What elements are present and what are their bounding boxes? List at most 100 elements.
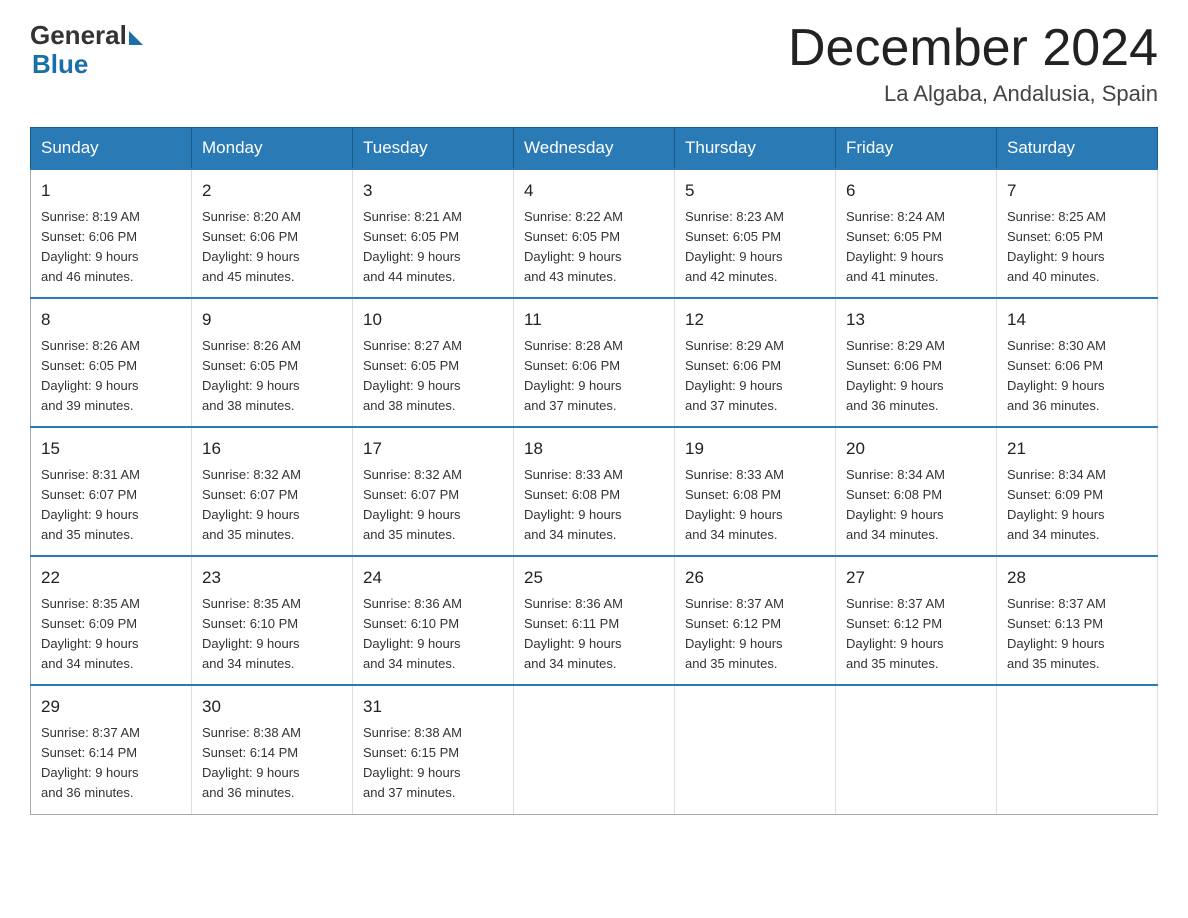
- day-info: Sunrise: 8:34 AMSunset: 6:09 PMDaylight:…: [1007, 465, 1147, 546]
- day-number: 30: [202, 694, 342, 720]
- calendar-cell: [514, 685, 675, 814]
- calendar-cell: 29Sunrise: 8:37 AMSunset: 6:14 PMDayligh…: [31, 685, 192, 814]
- calendar-cell: 2 Sunrise: 8:20 AMSunset: 6:06 PMDaylight…: [192, 169, 353, 298]
- logo: General Blue: [30, 20, 143, 77]
- calendar-cell: 23 Sunrise: 8:35 AMSunset: 6:10 PMDayligh…: [192, 556, 353, 685]
- calendar-cell: 15 Sunrise: 8:31 AMSunset: 6:07 PMDayligh…: [31, 427, 192, 556]
- day-number: 20: [846, 436, 986, 462]
- logo-triangle-icon: [129, 31, 143, 45]
- calendar-cell: 24 Sunrise: 8:36 AMSunset: 6:10 PMDayligh…: [353, 556, 514, 685]
- logo-general-text: General: [30, 20, 127, 51]
- day-number: 6: [846, 178, 986, 204]
- column-header-sunday: Sunday: [31, 128, 192, 170]
- day-info: Sunrise: 8:36 AMSunset: 6:11 PMDaylight:…: [524, 594, 664, 675]
- day-number: 27: [846, 565, 986, 591]
- day-info: Sunrise: 8:28 AMSunset: 6:06 PMDaylight:…: [524, 336, 664, 417]
- day-info: Sunrise: 8:35 AMSunset: 6:09 PMDaylight:…: [41, 594, 181, 675]
- day-info: Sunrise: 8:29 AMSunset: 6:06 PMDaylight:…: [846, 336, 986, 417]
- calendar-header-row: SundayMondayTuesdayWednesdayThursdayFrid…: [31, 128, 1158, 170]
- calendar-cell: 14 Sunrise: 8:30 AMSunset: 6:06 PMDayligh…: [997, 298, 1158, 427]
- page-header: General Blue December 2024 La Algaba, An…: [30, 20, 1158, 107]
- day-number: 1: [41, 178, 181, 204]
- day-info: Sunrise: 8:20 AMSunset: 6:06 PMDaylight:…: [202, 207, 342, 288]
- day-info: Sunrise: 8:37 AMSunset: 6:12 PMDaylight:…: [846, 594, 986, 675]
- day-number: 3: [363, 178, 503, 204]
- calendar-cell: 9 Sunrise: 8:26 AMSunset: 6:05 PMDaylight…: [192, 298, 353, 427]
- day-number: 21: [1007, 436, 1147, 462]
- calendar-cell: [836, 685, 997, 814]
- day-number: 29: [41, 694, 181, 720]
- day-info: Sunrise: 8:32 AMSunset: 6:07 PMDaylight:…: [363, 465, 503, 546]
- day-number: 25: [524, 565, 664, 591]
- day-number: 10: [363, 307, 503, 333]
- calendar-cell: 25 Sunrise: 8:36 AMSunset: 6:11 PMDayligh…: [514, 556, 675, 685]
- day-info: Sunrise: 8:22 AMSunset: 6:05 PMDaylight:…: [524, 207, 664, 288]
- day-info: Sunrise: 8:33 AMSunset: 6:08 PMDaylight:…: [685, 465, 825, 546]
- column-header-thursday: Thursday: [675, 128, 836, 170]
- day-number: 15: [41, 436, 181, 462]
- calendar-week-row: 8 Sunrise: 8:26 AMSunset: 6:05 PMDaylight…: [31, 298, 1158, 427]
- day-number: 7: [1007, 178, 1147, 204]
- calendar-cell: 13Sunrise: 8:29 AMSunset: 6:06 PMDayligh…: [836, 298, 997, 427]
- day-info: Sunrise: 8:31 AMSunset: 6:07 PMDaylight:…: [41, 465, 181, 546]
- day-info: Sunrise: 8:19 AMSunset: 6:06 PMDaylight:…: [41, 207, 181, 288]
- calendar-week-row: 1 Sunrise: 8:19 AMSunset: 6:06 PMDaylight…: [31, 169, 1158, 298]
- calendar-cell: 7 Sunrise: 8:25 AMSunset: 6:05 PMDaylight…: [997, 169, 1158, 298]
- column-header-friday: Friday: [836, 128, 997, 170]
- title-block: December 2024 La Algaba, Andalusia, Spai…: [788, 20, 1158, 107]
- day-number: 5: [685, 178, 825, 204]
- day-info: Sunrise: 8:36 AMSunset: 6:10 PMDaylight:…: [363, 594, 503, 675]
- calendar-cell: 8Sunrise: 8:26 AMSunset: 6:05 PMDaylight…: [31, 298, 192, 427]
- day-number: 23: [202, 565, 342, 591]
- day-info: Sunrise: 8:23 AMSunset: 6:05 PMDaylight:…: [685, 207, 825, 288]
- column-header-saturday: Saturday: [997, 128, 1158, 170]
- calendar-week-row: 22 Sunrise: 8:35 AMSunset: 6:09 PMDayligh…: [31, 556, 1158, 685]
- calendar-cell: 12Sunrise: 8:29 AMSunset: 6:06 PMDayligh…: [675, 298, 836, 427]
- calendar-cell: 21 Sunrise: 8:34 AMSunset: 6:09 PMDayligh…: [997, 427, 1158, 556]
- day-info: Sunrise: 8:30 AMSunset: 6:06 PMDaylight:…: [1007, 336, 1147, 417]
- day-number: 17: [363, 436, 503, 462]
- day-number: 18: [524, 436, 664, 462]
- day-info: Sunrise: 8:25 AMSunset: 6:05 PMDaylight:…: [1007, 207, 1147, 288]
- day-number: 9: [202, 307, 342, 333]
- day-number: 12: [685, 307, 825, 333]
- day-info: Sunrise: 8:33 AMSunset: 6:08 PMDaylight:…: [524, 465, 664, 546]
- day-number: 19: [685, 436, 825, 462]
- calendar-cell: 16Sunrise: 8:32 AMSunset: 6:07 PMDayligh…: [192, 427, 353, 556]
- calendar-cell: [675, 685, 836, 814]
- day-number: 2: [202, 178, 342, 204]
- calendar-cell: 17 Sunrise: 8:32 AMSunset: 6:07 PMDayligh…: [353, 427, 514, 556]
- day-info: Sunrise: 8:34 AMSunset: 6:08 PMDaylight:…: [846, 465, 986, 546]
- calendar-cell: 28 Sunrise: 8:37 AMSunset: 6:13 PMDayligh…: [997, 556, 1158, 685]
- calendar-cell: 6Sunrise: 8:24 AMSunset: 6:05 PMDaylight…: [836, 169, 997, 298]
- day-info: Sunrise: 8:26 AMSunset: 6:05 PMDaylight:…: [202, 336, 342, 417]
- day-info: Sunrise: 8:21 AMSunset: 6:05 PMDaylight:…: [363, 207, 503, 288]
- day-number: 31: [363, 694, 503, 720]
- day-info: Sunrise: 8:37 AMSunset: 6:13 PMDaylight:…: [1007, 594, 1147, 675]
- calendar-cell: 19 Sunrise: 8:33 AMSunset: 6:08 PMDayligh…: [675, 427, 836, 556]
- calendar-week-row: 15 Sunrise: 8:31 AMSunset: 6:07 PMDayligh…: [31, 427, 1158, 556]
- day-info: Sunrise: 8:38 AMSunset: 6:14 PMDaylight:…: [202, 723, 342, 804]
- day-number: 11: [524, 307, 664, 333]
- calendar-cell: 22 Sunrise: 8:35 AMSunset: 6:09 PMDayligh…: [31, 556, 192, 685]
- calendar-cell: 20 Sunrise: 8:34 AMSunset: 6:08 PMDayligh…: [836, 427, 997, 556]
- calendar-cell: 18 Sunrise: 8:33 AMSunset: 6:08 PMDayligh…: [514, 427, 675, 556]
- day-info: Sunrise: 8:27 AMSunset: 6:05 PMDaylight:…: [363, 336, 503, 417]
- day-info: Sunrise: 8:32 AMSunset: 6:07 PMDaylight:…: [202, 465, 342, 546]
- logo-blue-text: Blue: [32, 51, 88, 77]
- calendar-table: SundayMondayTuesdayWednesdayThursdayFrid…: [30, 127, 1158, 814]
- calendar-cell: 31 Sunrise: 8:38 AMSunset: 6:15 PMDayligh…: [353, 685, 514, 814]
- calendar-cell: 10 Sunrise: 8:27 AMSunset: 6:05 PMDayligh…: [353, 298, 514, 427]
- calendar-cell: 1 Sunrise: 8:19 AMSunset: 6:06 PMDaylight…: [31, 169, 192, 298]
- day-number: 28: [1007, 565, 1147, 591]
- day-info: Sunrise: 8:35 AMSunset: 6:10 PMDaylight:…: [202, 594, 342, 675]
- day-number: 14: [1007, 307, 1147, 333]
- day-number: 26: [685, 565, 825, 591]
- calendar-cell: 11 Sunrise: 8:28 AMSunset: 6:06 PMDayligh…: [514, 298, 675, 427]
- day-number: 22: [41, 565, 181, 591]
- calendar-week-row: 29Sunrise: 8:37 AMSunset: 6:14 PMDayligh…: [31, 685, 1158, 814]
- column-header-tuesday: Tuesday: [353, 128, 514, 170]
- day-number: 8: [41, 307, 181, 333]
- day-number: 24: [363, 565, 503, 591]
- day-info: Sunrise: 8:38 AMSunset: 6:15 PMDaylight:…: [363, 723, 503, 804]
